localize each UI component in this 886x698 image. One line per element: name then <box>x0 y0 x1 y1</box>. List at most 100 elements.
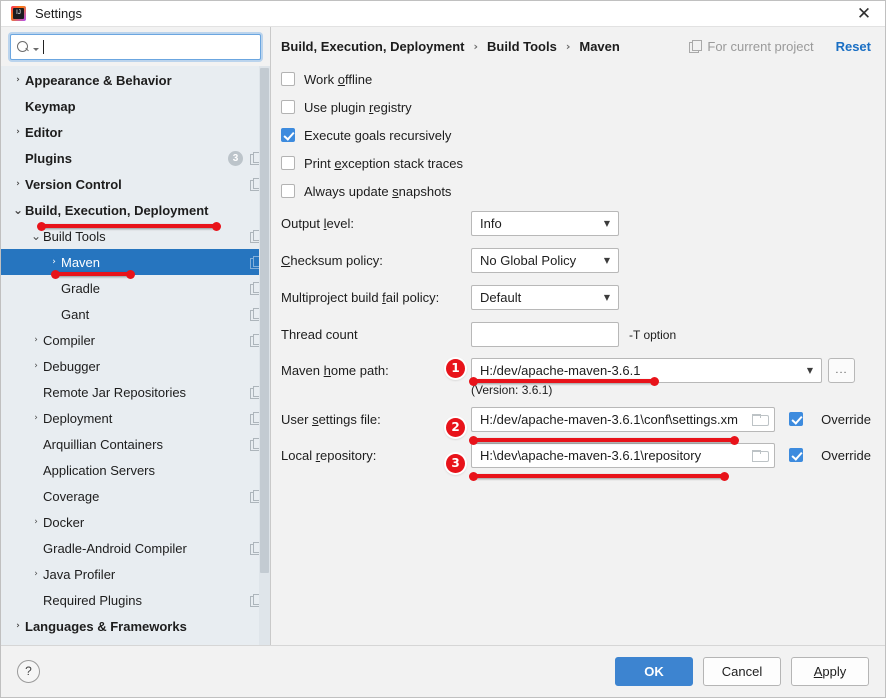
local-repository-override-checkbox[interactable] <box>789 448 803 462</box>
chevron-right-icon[interactable]: › <box>29 335 43 345</box>
user-settings-override[interactable]: Override <box>789 412 871 427</box>
reset-link[interactable]: Reset <box>836 39 871 54</box>
sidebar-item-gradle-android-compiler[interactable]: Gradle-Android Compiler <box>1 535 270 561</box>
chevron-right-icon[interactable]: › <box>29 361 43 371</box>
chevron-right-icon[interactable]: › <box>29 569 43 579</box>
sidebar-item-label: Arquillian Containers <box>43 437 243 452</box>
sidebar-item-gant[interactable]: Gant <box>1 301 270 327</box>
sidebar-item-label: Keymap <box>25 99 262 114</box>
title-bar: Settings ✕ <box>1 1 885 27</box>
maven-home-path-value: H:/dev/apache-maven-3.6.1 <box>480 363 799 378</box>
checkbox-row-always-update-snapshots[interactable]: Always update snapshots <box>281 177 871 205</box>
local-repository-value: H:\dev\apache-maven-3.6.1\repository <box>480 448 748 463</box>
sidebar-item-gradle[interactable]: Gradle <box>1 275 270 301</box>
ok-button[interactable]: OK <box>615 657 693 686</box>
checkbox-row-print-exception-stack-traces[interactable]: Print exception stack traces <box>281 149 871 177</box>
checkbox-group: Work offline Use plugin registryExecute g… <box>281 65 871 205</box>
settings-dialog: Settings ✕ ›Appearance & BehaviorKeymap›… <box>0 0 886 698</box>
checkbox-use-plugin-registry[interactable] <box>281 100 295 114</box>
sidebar-scrollbar-track[interactable] <box>259 66 270 645</box>
sidebar-item-keymap[interactable]: Keymap <box>1 93 270 119</box>
sidebar-item-label: Gradle <box>61 281 243 296</box>
checkbox-print-exception-stack-traces[interactable] <box>281 156 295 170</box>
sidebar-item-editor[interactable]: ›Editor <box>1 119 270 145</box>
sidebar-item-languages-frameworks[interactable]: ›Languages & Frameworks <box>1 613 270 639</box>
checkbox-row-execute-goals-recursively[interactable]: Execute goals recursively <box>281 121 871 149</box>
sidebar-item-label: Build Tools <box>43 229 243 244</box>
maven-home-browse-button[interactable]: ... <box>828 358 855 383</box>
chevron-right-icon[interactable]: › <box>11 127 25 137</box>
local-repository-override[interactable]: Override <box>789 448 871 463</box>
sidebar-item-plugins[interactable]: Plugins3 <box>1 145 270 171</box>
sidebar-item-version-control[interactable]: ›Version Control <box>1 171 270 197</box>
sidebar-item-compiler[interactable]: ›Compiler <box>1 327 270 353</box>
sidebar-scrollbar-thumb[interactable] <box>260 68 269 573</box>
chevron-right-icon[interactable]: › <box>29 517 43 527</box>
sidebar-item-application-servers[interactable]: Application Servers <box>1 457 270 483</box>
folder-icon[interactable] <box>752 413 768 426</box>
user-settings-file-value: H:/dev/apache-maven-3.6.1\conf\settings.… <box>480 412 748 427</box>
sidebar-item-arquillian-containers[interactable]: Arquillian Containers <box>1 431 270 457</box>
search-input[interactable] <box>44 40 254 54</box>
breadcrumb-item-0[interactable]: Build, Execution, Deployment <box>281 39 464 54</box>
chevron-right-icon[interactable]: › <box>47 257 61 267</box>
chevron-down-icon <box>33 48 39 51</box>
sidebar-item-label: Gradle-Android Compiler <box>43 541 243 556</box>
chevron-down-icon[interactable]: ⌄ <box>11 207 25 213</box>
checkbox-always-update-snapshots[interactable] <box>281 184 295 198</box>
maven-home-path-label: Maven home path: <box>281 363 471 378</box>
sidebar-item-required-plugins[interactable]: Required Plugins <box>1 587 270 613</box>
multiproject-policy-select[interactable]: Default ▼ <box>471 285 619 310</box>
checksum-policy-select[interactable]: No Global Policy ▼ <box>471 248 619 273</box>
settings-main-panel: Build, Execution, Deployment › Build Too… <box>271 27 885 645</box>
checkbox-label: Always update snapshots <box>304 184 451 199</box>
checkbox-work-offline[interactable] <box>281 72 295 86</box>
close-icon[interactable]: ✕ <box>849 2 879 26</box>
annotation-underline-build-execution <box>39 224 219 228</box>
sidebar-item-deployment[interactable]: ›Deployment <box>1 405 270 431</box>
sidebar-item-label: Version Control <box>25 177 243 192</box>
window-title: Settings <box>35 6 849 21</box>
annotation-underline-1 <box>471 379 657 383</box>
chevron-down-icon[interactable]: ⌄ <box>29 233 43 239</box>
local-repository-input[interactable]: H:\dev\apache-maven-3.6.1\repository <box>471 443 775 468</box>
chevron-right-icon[interactable]: › <box>29 413 43 423</box>
breadcrumb-item-1[interactable]: Build Tools <box>487 39 557 54</box>
checkbox-row-work-offline[interactable]: Work offline <box>281 65 871 93</box>
user-settings-file-input[interactable]: H:/dev/apache-maven-3.6.1\conf\settings.… <box>471 407 775 432</box>
breadcrumb-separator: › <box>473 40 478 53</box>
help-button[interactable]: ? <box>17 660 40 683</box>
sidebar-item-build-execution-deployment[interactable]: ⌄Build, Execution, Deployment <box>1 197 270 223</box>
sidebar-item-java-profiler[interactable]: ›Java Profiler <box>1 561 270 587</box>
checkbox-row-use-plugin-registry[interactable]: Use plugin registry <box>281 93 871 121</box>
checkbox-execute-goals-recursively[interactable] <box>281 128 295 142</box>
cancel-button[interactable]: Cancel <box>703 657 781 686</box>
sidebar-item-label: Java Profiler <box>43 567 262 582</box>
settings-tree: ›Appearance & BehaviorKeymap›EditorPlugi… <box>1 66 270 645</box>
sidebar-item-label: Appearance & Behavior <box>25 73 262 88</box>
maven-settings-form: Work offline Use plugin registryExecute g… <box>271 57 885 473</box>
sidebar-item-label: Gant <box>61 307 243 322</box>
sidebar-item-debugger[interactable]: ›Debugger <box>1 353 270 379</box>
search-container <box>1 27 270 66</box>
annotation-marker-3: 3 <box>446 454 465 473</box>
sidebar-item-label: Remote Jar Repositories <box>43 385 243 400</box>
chevron-right-icon[interactable]: › <box>11 621 25 631</box>
sidebar-item-maven[interactable]: ›Maven <box>1 249 270 275</box>
chevron-down-icon: ▼ <box>596 293 618 302</box>
folder-icon[interactable] <box>752 449 768 462</box>
sidebar-item-docker[interactable]: ›Docker <box>1 509 270 535</box>
sidebar-item-appearance-behavior[interactable]: ›Appearance & Behavior <box>1 67 270 93</box>
sidebar-item-label: Debugger <box>43 359 262 374</box>
apply-button[interactable]: Apply <box>791 657 869 686</box>
chevron-right-icon[interactable]: › <box>11 179 25 189</box>
search-box[interactable] <box>10 34 261 60</box>
sidebar-item-remote-jar-repositories[interactable]: Remote Jar Repositories <box>1 379 270 405</box>
thread-count-input[interactable] <box>471 322 619 347</box>
sidebar-item-coverage[interactable]: Coverage <box>1 483 270 509</box>
user-settings-override-checkbox[interactable] <box>789 412 803 426</box>
thread-count-hint: -T option <box>629 328 676 342</box>
checkbox-label: Work offline <box>304 72 372 87</box>
chevron-right-icon[interactable]: › <box>11 75 25 85</box>
output-level-select[interactable]: Info ▼ <box>471 211 619 236</box>
